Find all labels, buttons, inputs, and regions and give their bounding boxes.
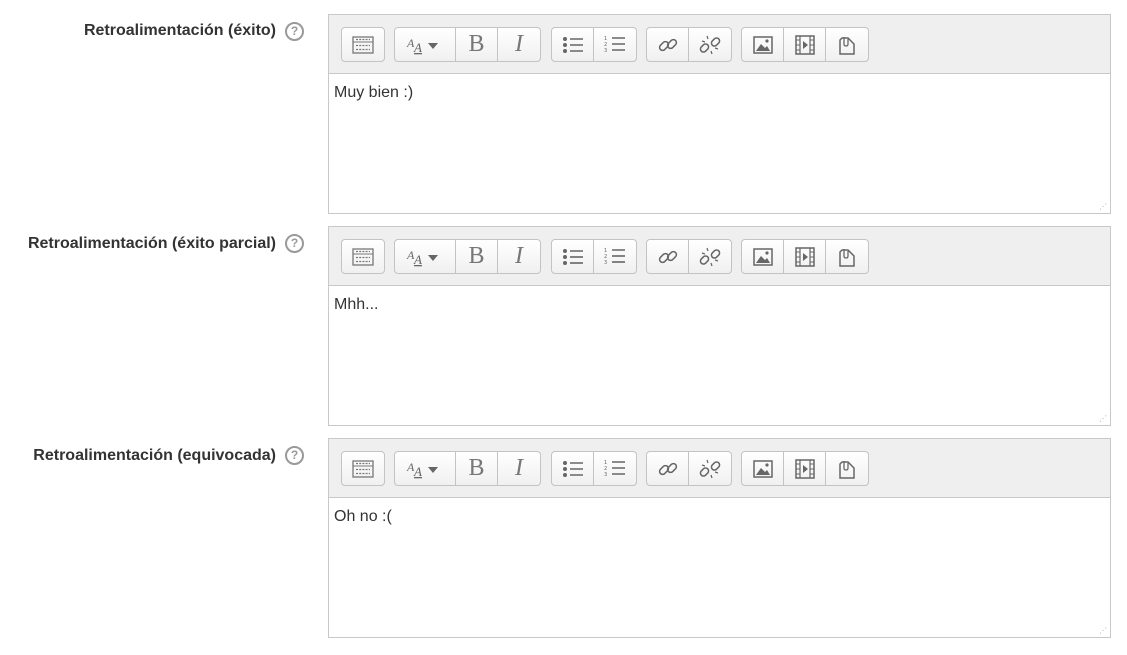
image-icon[interactable]	[742, 452, 784, 485]
media-icon[interactable]	[784, 240, 826, 273]
style-group: A A B I	[394, 239, 541, 274]
font-style-icon[interactable]: A A	[395, 452, 456, 485]
bold-icon[interactable]: B	[456, 28, 498, 61]
media-icon[interactable]	[784, 28, 826, 61]
link-icon[interactable]	[647, 28, 689, 61]
media-group	[741, 451, 869, 486]
manage-files-icon[interactable]	[826, 452, 868, 485]
manage-files-icon[interactable]	[826, 28, 868, 61]
svg-text:3: 3	[604, 48, 607, 54]
editor-content[interactable]: Muy bien :)	[329, 74, 1110, 213]
media-icon[interactable]	[784, 452, 826, 485]
feedback-field-row: Retroalimentación (éxito parcial) ? A A …	[0, 226, 1127, 426]
help-icon[interactable]: ?	[285, 22, 304, 41]
image-icon[interactable]	[742, 240, 784, 273]
style-group: A A B I	[394, 451, 541, 486]
image-icon[interactable]	[742, 28, 784, 61]
collapse-group	[341, 27, 385, 62]
resize-handle[interactable]: ⋰	[1099, 202, 1108, 211]
font-style-icon[interactable]: A A	[395, 240, 456, 273]
unlink-icon[interactable]	[689, 240, 731, 273]
style-group: A A B I	[394, 27, 541, 62]
link-group	[646, 239, 732, 274]
list-group: 1 2 3	[551, 451, 637, 486]
help-icon[interactable]: ?	[285, 234, 304, 253]
unlink-icon[interactable]	[689, 28, 731, 61]
unordered-list-icon[interactable]	[552, 452, 594, 485]
editor-content[interactable]: Oh no :(	[329, 498, 1110, 637]
svg-text:A: A	[413, 464, 422, 479]
list-group: 1 2 3	[551, 27, 637, 62]
bold-icon[interactable]: B	[456, 240, 498, 273]
media-group	[741, 239, 869, 274]
collapse-group	[341, 239, 385, 274]
show-more-buttons-icon[interactable]	[342, 28, 384, 61]
link-group	[646, 27, 732, 62]
link-group	[646, 451, 732, 486]
svg-text:A: A	[413, 40, 422, 55]
bold-icon[interactable]: B	[456, 452, 498, 485]
ordered-list-icon[interactable]: 1 2 3	[594, 28, 636, 61]
italic-icon[interactable]: I	[498, 452, 540, 485]
media-group	[741, 27, 869, 62]
field-label: Retroalimentación (equivocada)	[33, 447, 276, 464]
unordered-list-icon[interactable]	[552, 28, 594, 61]
italic-icon[interactable]: I	[498, 240, 540, 273]
field-label: Retroalimentación (éxito parcial)	[27, 235, 276, 252]
unordered-list-icon[interactable]	[552, 240, 594, 273]
italic-icon[interactable]: I	[498, 28, 540, 61]
feedback-field-row: Retroalimentación (equivocada) ? A A B I…	[0, 438, 1127, 638]
link-icon[interactable]	[647, 240, 689, 273]
svg-text:3: 3	[604, 472, 607, 478]
editor-toolbar: A A B I 1 2 3	[329, 227, 1110, 286]
resize-handle[interactable]: ⋰	[1099, 626, 1108, 635]
editor-content[interactable]: Mhh...	[329, 286, 1110, 425]
ordered-list-icon[interactable]: 1 2 3	[594, 452, 636, 485]
collapse-group	[341, 451, 385, 486]
atto-editor: A A B I	[328, 226, 1111, 426]
atto-editor: A A B I	[328, 14, 1111, 214]
field-label: Retroalimentación (éxito)	[83, 22, 276, 39]
resize-handle[interactable]: ⋰	[1099, 414, 1108, 423]
svg-text:3: 3	[604, 260, 607, 266]
show-more-buttons-icon[interactable]	[342, 452, 384, 485]
list-group: 1 2 3	[551, 239, 637, 274]
svg-text:A: A	[413, 252, 422, 267]
unlink-icon[interactable]	[689, 452, 731, 485]
font-style-icon[interactable]: A A	[395, 28, 456, 61]
show-more-buttons-icon[interactable]	[342, 240, 384, 273]
editor-toolbar: A A B I 1 2 3	[329, 439, 1110, 498]
ordered-list-icon[interactable]: 1 2 3	[594, 240, 636, 273]
link-icon[interactable]	[647, 452, 689, 485]
feedback-field-row: Retroalimentación (éxito) ? A A B I 1 2 …	[0, 14, 1127, 214]
editor-toolbar: A A B I 1 2 3	[329, 15, 1110, 74]
atto-editor: A A B I	[328, 438, 1111, 638]
help-icon[interactable]: ?	[285, 446, 304, 465]
manage-files-icon[interactable]	[826, 240, 868, 273]
